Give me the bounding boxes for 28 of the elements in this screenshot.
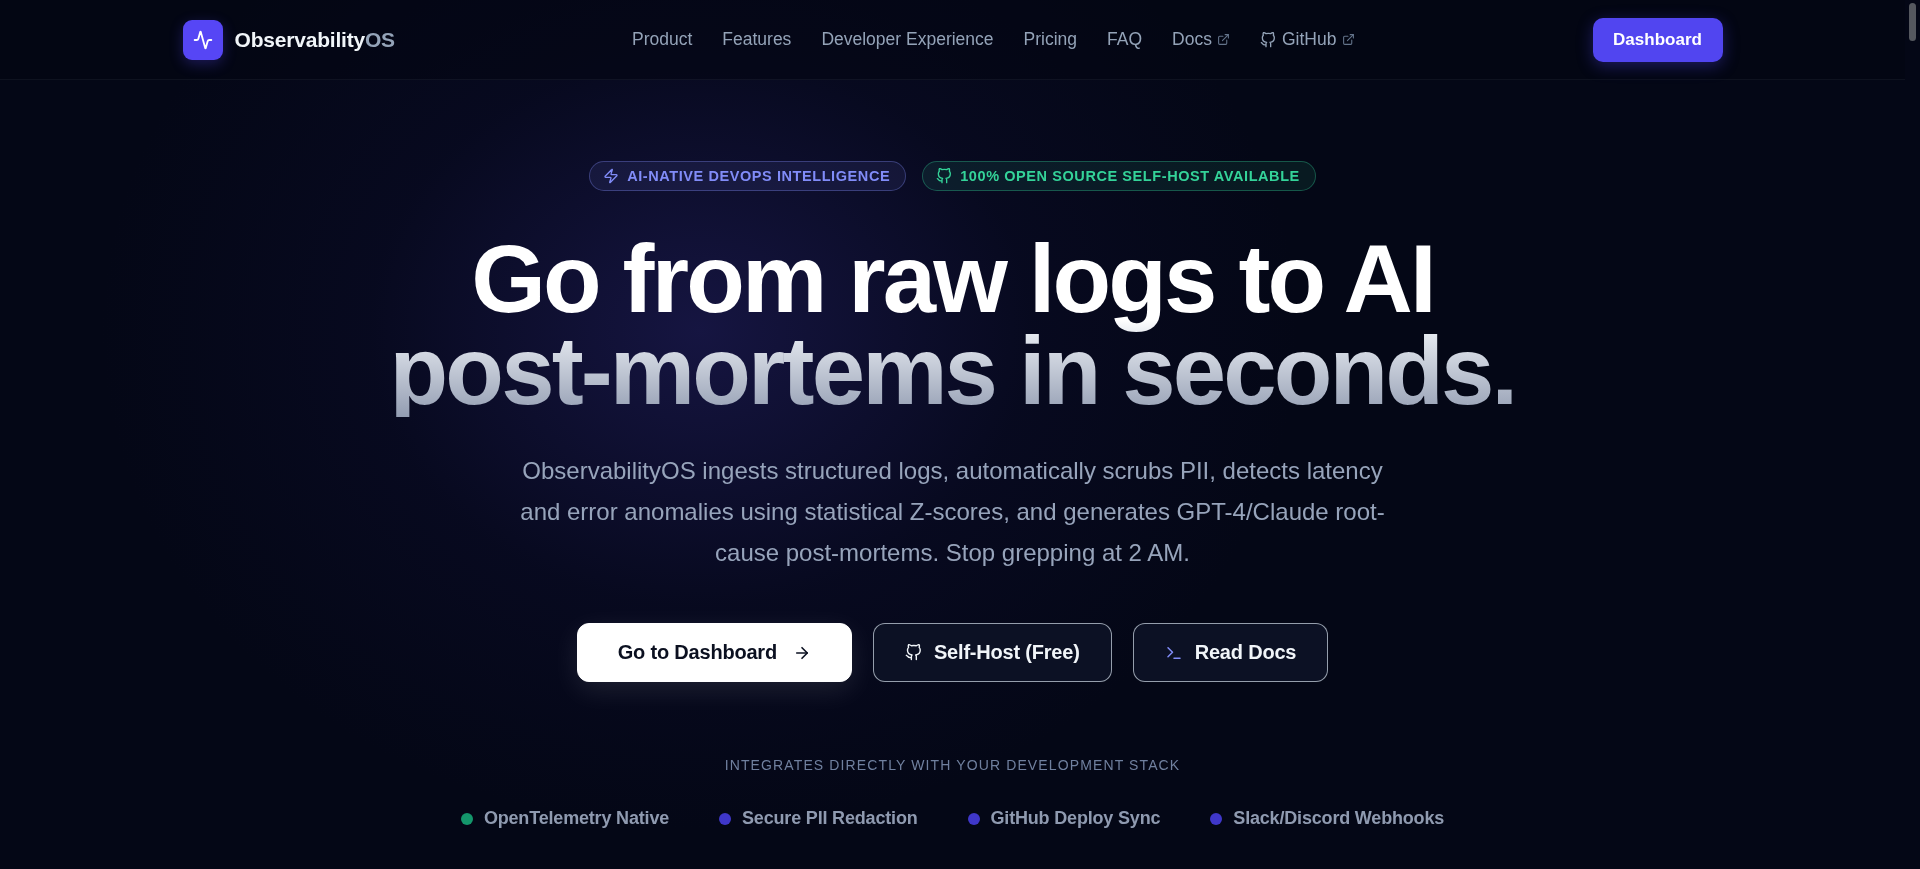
integration-label: Slack/Discord Webhooks <box>1233 808 1445 829</box>
integration-label: GitHub Deploy Sync <box>990 808 1161 829</box>
scrollbar-thumb[interactable] <box>1909 3 1916 41</box>
lightning-icon <box>603 168 620 184</box>
nav-link[interactable]: Product <box>632 29 693 50</box>
section-caption: INTEGRATES DIRECTLY WITH YOUR DEVELOPMENT STACK <box>724 757 1181 773</box>
github-icon <box>904 644 922 661</box>
dashboard-button[interactable]: Dashboard <box>1592 17 1723 62</box>
self-host-button[interactable]: Self-Host (Free) <box>872 623 1112 682</box>
nav-link[interactable]: GitHub <box>1259 29 1356 50</box>
nav-link[interactable]: Pricing <box>1023 29 1078 50</box>
brand-name: ObservabilityOS <box>234 27 395 52</box>
tag-label: AI-NATIVE DEVOPS INTELLIGENCE <box>627 168 891 184</box>
external-link-icon <box>1342 33 1356 46</box>
integration-label: OpenTelemetry Native <box>483 808 670 829</box>
pulse-logo-icon <box>182 19 223 60</box>
read-docs-button[interactable]: Read Docs <box>1132 623 1329 682</box>
integration-label: Secure PII Redaction <box>742 808 918 829</box>
nav-link[interactable]: Features <box>722 29 792 50</box>
nav-link[interactable]: Docs <box>1172 29 1230 50</box>
nav-link[interactable]: Developer Experience <box>821 29 994 50</box>
github-icon <box>1259 31 1276 48</box>
nav-link[interactable]: FAQ <box>1107 29 1143 50</box>
github-icon <box>936 168 953 184</box>
go-to-dashboard-button[interactable]: Go to Dashboard <box>576 623 852 682</box>
description: ObservabilityOS ingests structured logs, automatically scrubs PII, detects latency and error anomalies using statistical Z-scores, and generates GPT-4/Claude root-cause post-mortems. Stop grepping at 2 AM. <box>519 456 1386 568</box>
tag-label: 100% OPEN SOURCE SELF-HOST AVAILABLE <box>960 168 1300 184</box>
external-link-icon <box>1216 33 1230 46</box>
